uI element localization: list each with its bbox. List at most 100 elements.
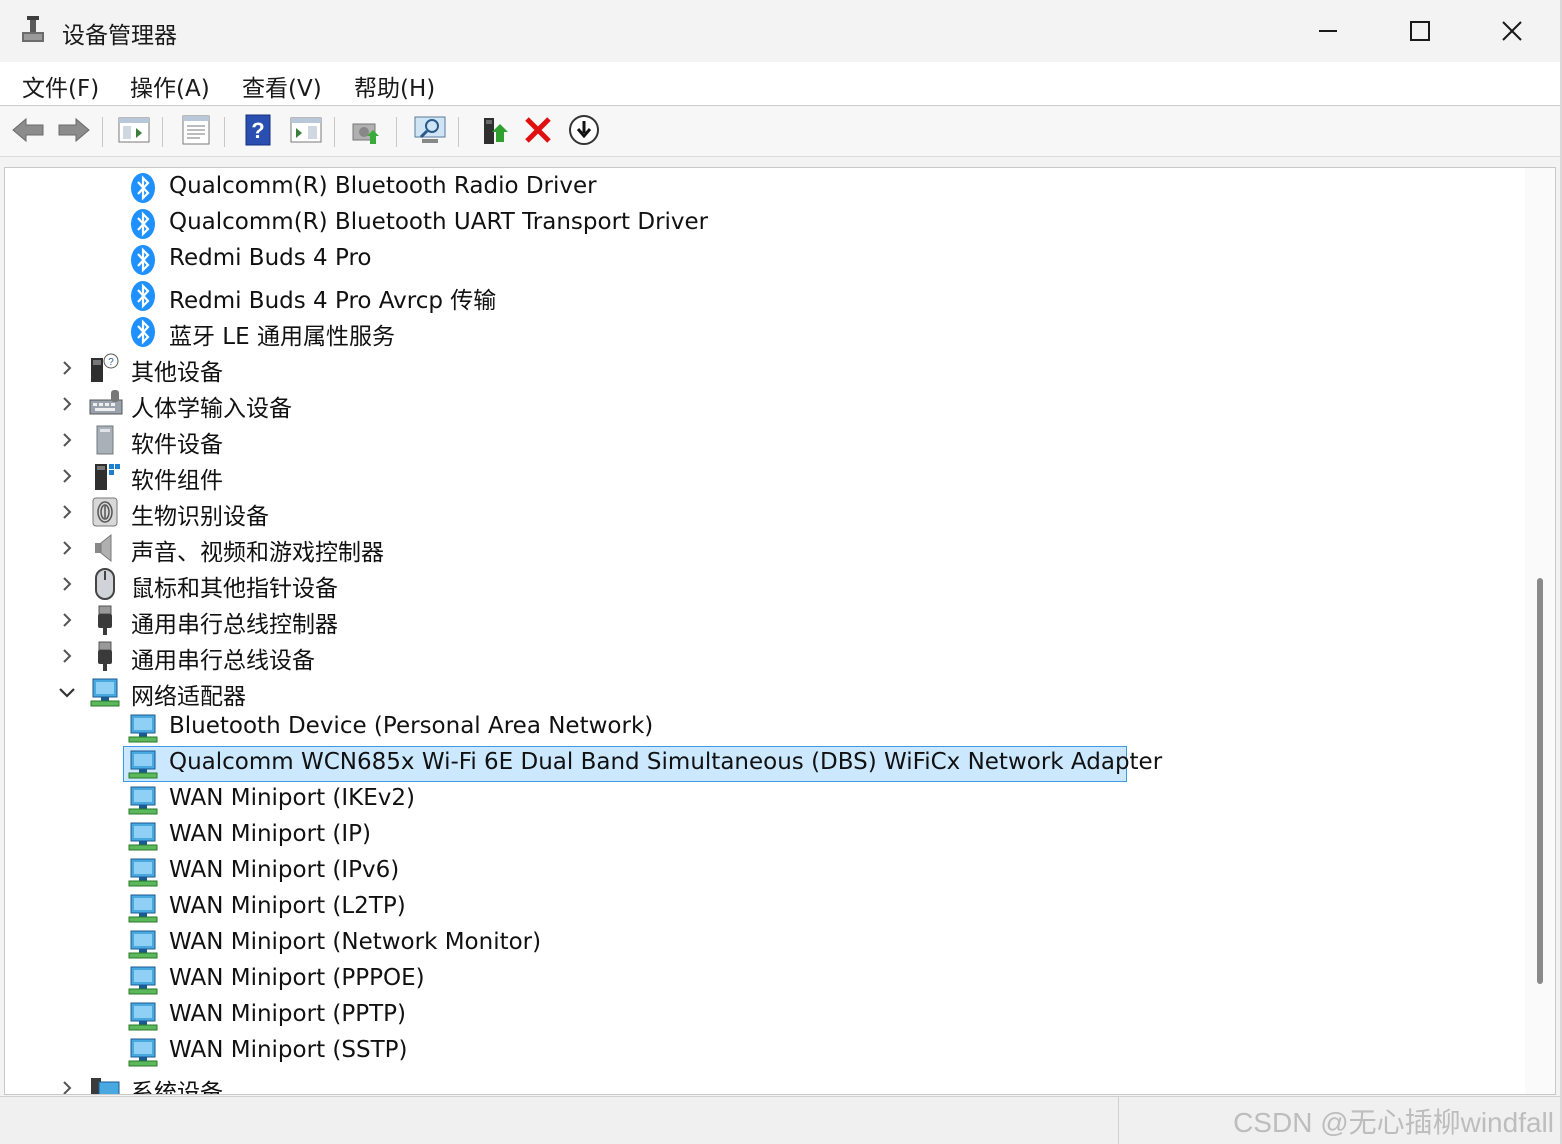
tree-item-bluetooth-device[interactable]: 蓝牙 LE 通用属性服务 bbox=[5, 314, 1525, 350]
scrollbar-thumb[interactable] bbox=[1537, 578, 1543, 984]
menu-bar: 文件(F) 操作(A) 查看(V) 帮助(H) bbox=[0, 62, 1560, 106]
chevron-right-icon[interactable] bbox=[57, 610, 77, 630]
tree-item-network-adapter[interactable]: WAN Miniport (Network Monitor) bbox=[5, 926, 1525, 962]
device-tree-pane[interactable]: Qualcomm(R) Bluetooth Radio Driver Qualc… bbox=[4, 167, 1556, 1095]
properties-button[interactable] bbox=[178, 115, 214, 149]
tree-item-bluetooth-device[interactable]: Qualcomm(R) Bluetooth Radio Driver bbox=[5, 170, 1525, 206]
tree-item-label: WAN Miniport (SSTP) bbox=[169, 1037, 408, 1063]
tree-item-network-adapter[interactable]: WAN Miniport (IP) bbox=[5, 818, 1525, 854]
scan-hardware-changes-button[interactable] bbox=[412, 115, 448, 149]
tree-item-label: Qualcomm(R) Bluetooth Radio Driver bbox=[169, 173, 597, 199]
mouse-icon bbox=[89, 568, 121, 600]
tree-item-network-adapter[interactable]: WAN Miniport (PPPOE) bbox=[5, 962, 1525, 998]
tree-item-label: WAN Miniport (IPv6) bbox=[169, 857, 400, 883]
tree-category-software-components[interactable]: 软件组件 bbox=[5, 458, 1525, 494]
tree-item-label: 人体学输入设备 bbox=[131, 396, 292, 422]
chevron-right-icon[interactable] bbox=[57, 574, 77, 594]
status-bar: CSDN @无心插柳windfall bbox=[0, 1096, 1560, 1144]
uninstall-device-icon bbox=[523, 115, 553, 149]
tree-item-bluetooth-device[interactable]: Redmi Buds 4 Pro Avrcp 传输 bbox=[5, 278, 1525, 314]
show-action-pane-button[interactable] bbox=[288, 115, 324, 149]
show-hide-console-tree-icon bbox=[118, 116, 150, 148]
close-button[interactable] bbox=[1466, 0, 1558, 62]
tree-item-bluetooth-device[interactable]: Redmi Buds 4 Pro bbox=[5, 242, 1525, 278]
tree-category-hid[interactable]: 人体学输入设备 bbox=[5, 386, 1525, 422]
tree-category-software-devices[interactable]: 软件设备 bbox=[5, 422, 1525, 458]
status-divider bbox=[1118, 1097, 1119, 1144]
minimize-button[interactable] bbox=[1282, 0, 1374, 62]
tree-item-label: 软件设备 bbox=[131, 432, 223, 458]
show-hide-console-tree-button[interactable] bbox=[116, 115, 152, 149]
usb-icon bbox=[89, 604, 121, 636]
disable-device-button[interactable] bbox=[566, 115, 602, 149]
tree-item-bluetooth-device[interactable]: Qualcomm(R) Bluetooth UART Transport Dri… bbox=[5, 206, 1525, 242]
forward-button[interactable] bbox=[56, 115, 92, 149]
tree-item-label: 网络适配器 bbox=[131, 684, 246, 710]
enable-device-button[interactable] bbox=[476, 115, 512, 149]
chevron-right-icon[interactable] bbox=[57, 358, 77, 378]
bluetooth-icon bbox=[127, 316, 159, 348]
tree-item-network-adapter[interactable]: WAN Miniport (L2TP) bbox=[5, 890, 1525, 926]
maximize-button[interactable] bbox=[1374, 0, 1466, 62]
show-action-pane-icon bbox=[290, 116, 322, 148]
tree-item-label: 通用串行总线设备 bbox=[131, 648, 315, 674]
disable-device-icon bbox=[568, 114, 600, 150]
network-adapter-icon bbox=[127, 856, 159, 888]
network-adapter-icon bbox=[127, 784, 159, 816]
tree-item-label: Qualcomm(R) Bluetooth UART Transport Dri… bbox=[169, 209, 709, 235]
tree-item-label: WAN Miniport (PPPOE) bbox=[169, 965, 425, 991]
chevron-right-icon[interactable] bbox=[57, 430, 77, 450]
network-adapter-icon bbox=[127, 712, 159, 744]
tree-category-biometric[interactable]: 生物识别设备 bbox=[5, 494, 1525, 530]
chevron-right-icon[interactable] bbox=[57, 538, 77, 558]
chevron-down-icon[interactable] bbox=[57, 682, 77, 702]
toolbar-separator bbox=[102, 117, 103, 147]
update-driver-button[interactable] bbox=[348, 115, 384, 149]
speaker-icon bbox=[89, 532, 121, 564]
menu-action[interactable]: 操作(A) bbox=[128, 69, 212, 103]
back-icon bbox=[11, 117, 45, 147]
tree-item-label: Qualcomm WCN685x Wi-Fi 6E Dual Band Simu… bbox=[169, 749, 1163, 775]
network-adapter-icon bbox=[127, 1036, 159, 1068]
chevron-right-icon[interactable] bbox=[57, 646, 77, 666]
chevron-right-icon[interactable] bbox=[57, 394, 77, 414]
software-component-icon bbox=[89, 460, 121, 492]
tree-item-label: 生物识别设备 bbox=[131, 504, 269, 530]
properties-icon bbox=[180, 115, 212, 149]
tree-category-network-adapters[interactable]: 网络适配器 bbox=[5, 674, 1525, 710]
tree-item-network-adapter-selected[interactable]: Qualcomm WCN685x Wi-Fi 6E Dual Band Simu… bbox=[5, 746, 1525, 782]
menu-help[interactable]: 帮助(H) bbox=[352, 69, 437, 103]
chevron-right-icon[interactable] bbox=[57, 1078, 77, 1094]
vertical-scrollbar[interactable] bbox=[1525, 168, 1555, 1094]
title-bar[interactable]: 设备管理器 bbox=[0, 0, 1560, 62]
tree-item-network-adapter[interactable]: Bluetooth Device (Personal Area Network) bbox=[5, 710, 1525, 746]
tree-item-network-adapter[interactable]: WAN Miniport (PPTP) bbox=[5, 998, 1525, 1034]
chevron-right-icon[interactable] bbox=[57, 466, 77, 486]
tree-item-network-adapter[interactable]: WAN Miniport (SSTP) bbox=[5, 1034, 1525, 1070]
menu-file[interactable]: 文件(F) bbox=[20, 69, 101, 103]
scan-hardware-changes-icon bbox=[412, 114, 448, 150]
tree-category-sound-video-game[interactable]: 声音、视频和游戏控制器 bbox=[5, 530, 1525, 566]
tree-item-label: WAN Miniport (IKEv2) bbox=[169, 785, 415, 811]
tree-category-system-devices[interactable]: 系统设备 bbox=[5, 1070, 1525, 1094]
tree-item-network-adapter[interactable]: WAN Miniport (IKEv2) bbox=[5, 782, 1525, 818]
hid-icon bbox=[89, 388, 123, 420]
tree-item-label: WAN Miniport (L2TP) bbox=[169, 893, 406, 919]
toolbar-separator bbox=[396, 117, 397, 147]
tree-item-network-adapter[interactable]: WAN Miniport (IPv6) bbox=[5, 854, 1525, 890]
toolbar-separator bbox=[458, 117, 459, 147]
tree-item-label: WAN Miniport (IP) bbox=[169, 821, 371, 847]
tree-category-mouse[interactable]: 鼠标和其他指针设备 bbox=[5, 566, 1525, 602]
tree-category-other-devices[interactable]: ? 其他设备 bbox=[5, 350, 1525, 386]
tree-category-usb-controllers[interactable]: 通用串行总线控制器 bbox=[5, 602, 1525, 638]
network-adapter-icon bbox=[127, 748, 159, 780]
network-adapter-icon bbox=[89, 676, 121, 708]
tree-category-usb-devices[interactable]: 通用串行总线设备 bbox=[5, 638, 1525, 674]
enable-device-icon bbox=[478, 114, 510, 150]
help-button[interactable]: ? bbox=[240, 114, 276, 149]
menu-view[interactable]: 查看(V) bbox=[240, 69, 324, 103]
uninstall-device-button[interactable] bbox=[520, 115, 556, 149]
toolbar-separator bbox=[162, 117, 163, 147]
back-button[interactable] bbox=[10, 115, 46, 149]
chevron-right-icon[interactable] bbox=[57, 502, 77, 522]
